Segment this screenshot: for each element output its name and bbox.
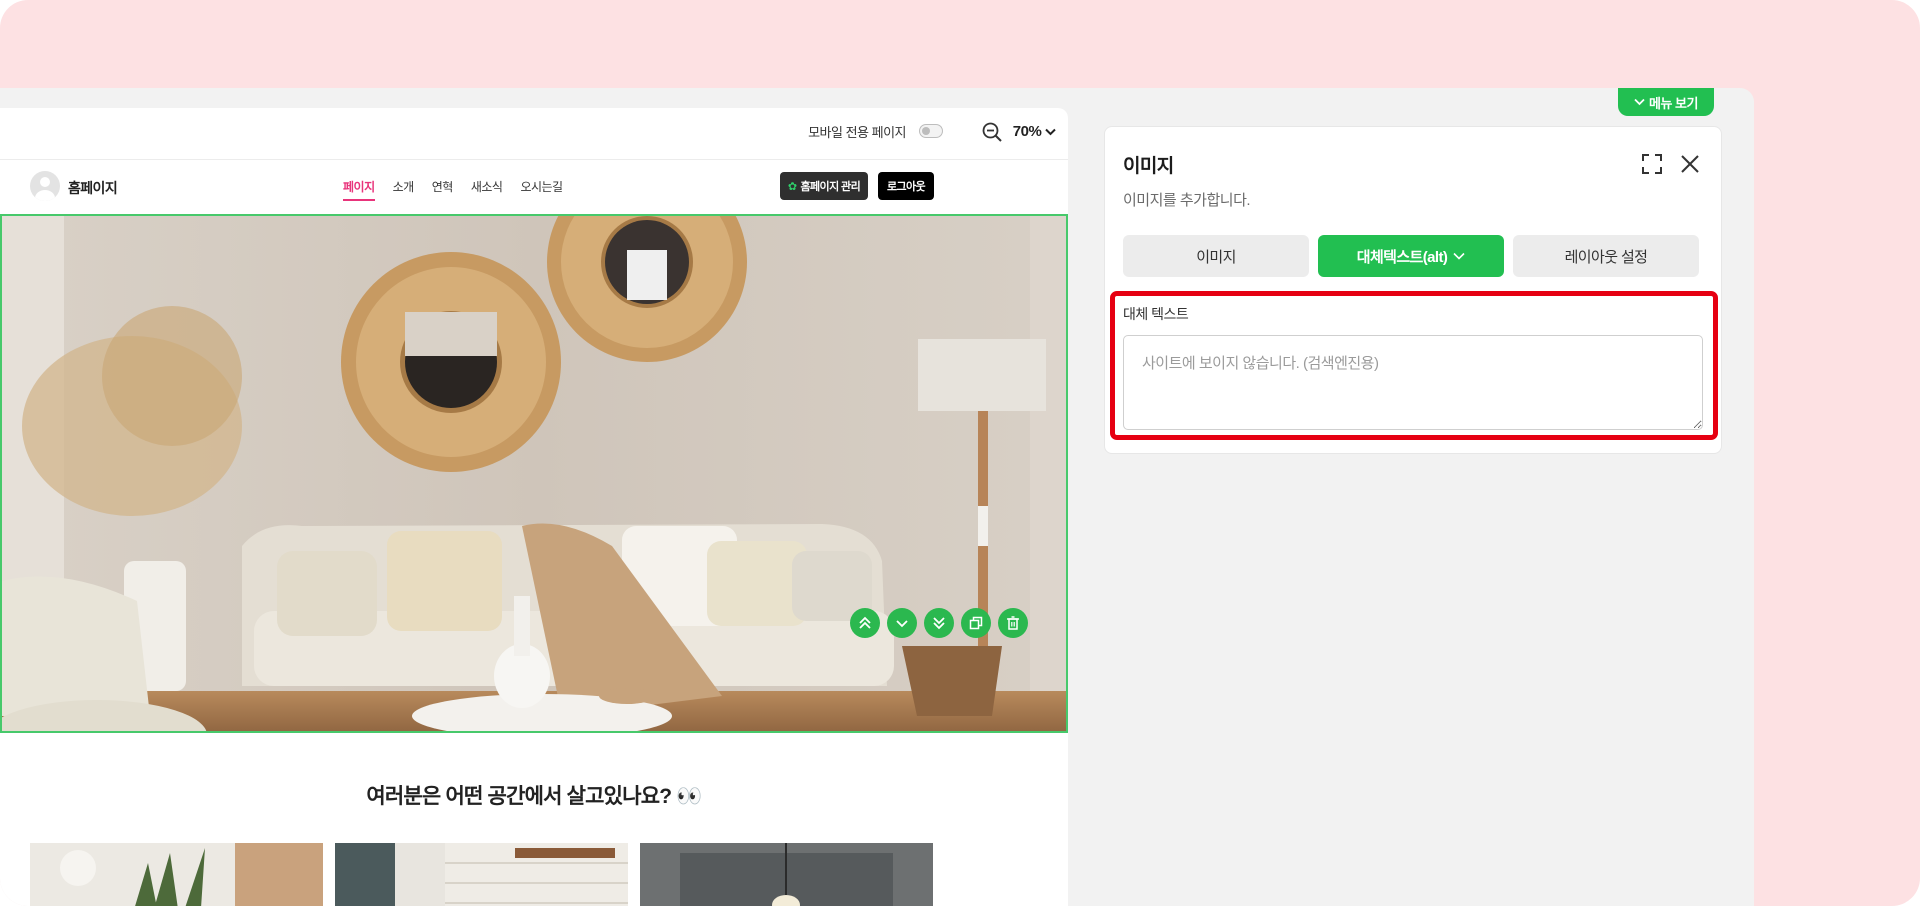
section-title[interactable]: 여러분은 어떤 공간에서 살고있나요? 👀 bbox=[0, 780, 1068, 810]
delete-block-button[interactable] bbox=[998, 608, 1028, 638]
move-bottom-icon bbox=[933, 617, 945, 630]
avatar[interactable] bbox=[30, 171, 60, 201]
manage-homepage-label: 홈페이지 관리 bbox=[800, 181, 861, 193]
panel-tabs: 이미지 대체텍스트(alt) 레이아웃 설정 bbox=[1123, 235, 1699, 277]
block-toolbar bbox=[850, 608, 1028, 638]
avatar-head bbox=[40, 177, 50, 187]
gallery-thumbnail-1[interactable] bbox=[30, 843, 323, 906]
site-title[interactable]: 홈페이지 bbox=[68, 178, 118, 198]
tab-layout-settings[interactable]: 레이아웃 설정 bbox=[1513, 235, 1699, 277]
alt-text-input[interactable] bbox=[1123, 335, 1703, 430]
mobile-only-label: 모바일 전용 페이지 bbox=[808, 125, 906, 140]
nav-item-directions[interactable]: 오시는길 bbox=[520, 178, 563, 195]
logout-button[interactable]: 로그아웃 bbox=[878, 172, 934, 200]
app-frame: 모바일 전용 페이지 70% 홈페이지 페이지 소개 연혁 새소식 오시는길 ✿… bbox=[0, 0, 1920, 906]
dark-room-image bbox=[640, 843, 933, 906]
tab-alt-text-label: 대체텍스트(alt) bbox=[1356, 248, 1448, 266]
site-nav: 페이지 소개 연혁 새소식 오시는길 bbox=[343, 178, 563, 201]
menu-toggle-label: 메뉴 보기 bbox=[1649, 95, 1698, 111]
image-settings-panel: 이미지 이미지를 추가합니다. 이미지 대체텍스트(alt) 레이아웃 설정 대… bbox=[1104, 126, 1722, 454]
zoom-select[interactable]: 70% bbox=[1013, 123, 1056, 140]
delete-icon bbox=[1007, 616, 1019, 630]
panel-subtitle: 이미지를 추가합니다. bbox=[1123, 192, 1251, 209]
page-canvas: 모바일 전용 페이지 70% 홈페이지 페이지 소개 연혁 새소식 오시는길 ✿… bbox=[0, 108, 1068, 906]
nav-item-about[interactable]: 소개 bbox=[393, 178, 415, 195]
expand-icon[interactable] bbox=[1641, 153, 1663, 175]
panel-title: 이미지 bbox=[1123, 156, 1174, 177]
manage-homepage-button[interactable]: ✿ 홈페이지 관리 bbox=[780, 172, 868, 200]
copy-icon bbox=[969, 616, 983, 630]
living-room-image bbox=[2, 216, 1066, 731]
zoom-out-icon[interactable] bbox=[981, 121, 1003, 143]
nav-item-page[interactable]: 페이지 bbox=[343, 178, 375, 201]
tab-alt-text[interactable]: 대체텍스트(alt) bbox=[1318, 235, 1504, 277]
mobile-only-toggle[interactable] bbox=[919, 124, 943, 138]
alt-text-label: 대체 텍스트 bbox=[1123, 306, 1189, 322]
zoom-value: 70% bbox=[1012, 123, 1042, 140]
chevron-down-icon bbox=[1634, 98, 1645, 106]
gallery-thumbnail-3[interactable] bbox=[640, 843, 933, 906]
move-top-button[interactable] bbox=[850, 608, 880, 638]
site-header: 홈페이지 페이지 소개 연혁 새소식 오시는길 ✿ 홈페이지 관리 로그아웃 bbox=[0, 160, 1068, 214]
plant-room-image bbox=[30, 843, 323, 906]
menu-toggle-button[interactable]: 메뉴 보기 bbox=[1618, 88, 1714, 116]
copy-block-button[interactable] bbox=[961, 608, 991, 638]
chevron-down-icon bbox=[1453, 252, 1465, 260]
brick-room-image bbox=[335, 843, 628, 906]
close-icon[interactable] bbox=[1679, 153, 1701, 175]
toggle-knob bbox=[922, 127, 930, 135]
gallery-thumbnail-2[interactable] bbox=[335, 843, 628, 906]
move-down-icon bbox=[896, 620, 908, 628]
gear-icon: ✿ bbox=[787, 180, 797, 193]
hero-image-block[interactable] bbox=[0, 214, 1068, 733]
chevron-down-icon bbox=[1045, 128, 1056, 136]
move-top-icon bbox=[859, 616, 871, 629]
move-bottom-button[interactable] bbox=[924, 608, 954, 638]
nav-item-news[interactable]: 새소식 bbox=[471, 178, 503, 195]
canvas-toolbar: 모바일 전용 페이지 70% bbox=[0, 108, 1068, 160]
move-down-button[interactable] bbox=[887, 608, 917, 638]
avatar-body bbox=[35, 190, 55, 201]
gallery-thumbnails bbox=[30, 843, 933, 906]
tab-image[interactable]: 이미지 bbox=[1123, 235, 1309, 277]
nav-item-history[interactable]: 연혁 bbox=[432, 178, 454, 195]
